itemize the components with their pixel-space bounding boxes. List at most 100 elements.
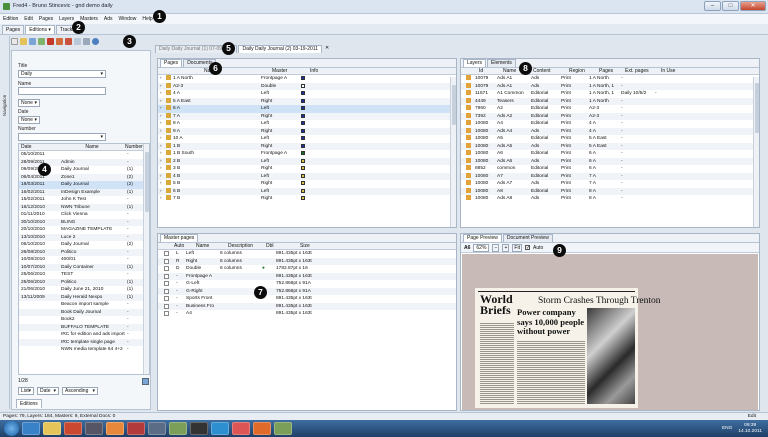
edition-row[interactable]: 15/02/2011 John K Test - bbox=[19, 196, 149, 204]
edition-row[interactable]: 01/11/2010 Click Vienna - bbox=[19, 211, 149, 219]
save-icon[interactable] bbox=[29, 38, 36, 45]
page-row[interactable]: › 1 A North Frontpage A bbox=[158, 75, 456, 83]
taskbar-network-icon[interactable] bbox=[211, 422, 229, 435]
master-row[interactable]: - Sports Front 891.435pt x 163t bbox=[158, 295, 456, 303]
master-row[interactable]: L Left 6 columns 891.435pt x 163t bbox=[158, 250, 456, 258]
master-select-checkbox[interactable] bbox=[164, 281, 169, 286]
edition-row[interactable]: 06/10/2010 Daily Journal (2) bbox=[19, 241, 149, 249]
date-select[interactable]: None bbox=[18, 116, 40, 124]
none-select[interactable]: None bbox=[18, 99, 40, 107]
page-row[interactable]: › 10 A Left bbox=[158, 135, 456, 143]
menu-edit[interactable]: Edit bbox=[24, 16, 33, 22]
taskbar-indesign-icon[interactable] bbox=[127, 422, 145, 435]
copy-icon[interactable] bbox=[74, 38, 81, 45]
edition-row[interactable]: 30/10/2010 BLING - bbox=[19, 218, 149, 226]
page-row[interactable]: › 9 A Right bbox=[158, 127, 456, 135]
menu-ads[interactable]: Ads bbox=[104, 16, 113, 22]
expand-icon[interactable]: › bbox=[158, 135, 164, 143]
close-tab-icon[interactable]: ✕ bbox=[325, 45, 329, 54]
col-pages[interactable]: Pages bbox=[593, 68, 621, 74]
page-row[interactable]: › 1 B South Frontpage A bbox=[158, 150, 456, 158]
col-auto[interactable]: Auto bbox=[158, 243, 188, 249]
col-master[interactable]: Master bbox=[258, 68, 304, 74]
master-select-checkbox[interactable] bbox=[164, 311, 169, 316]
master-row[interactable]: - G-Right 752.868pt x 91A bbox=[158, 287, 456, 295]
col-size[interactable]: Size bbox=[286, 243, 326, 249]
layer-row[interactable]: 8852 common Editorial Print 6 A - bbox=[461, 165, 759, 173]
page-row[interactable]: › A2-3 Double bbox=[158, 82, 456, 90]
import-icon[interactable] bbox=[56, 38, 63, 45]
help-icon[interactable] bbox=[92, 38, 99, 45]
edition-row[interactable]: 13/10/2010 Luce 2 - bbox=[19, 233, 149, 241]
master-select-checkbox[interactable] bbox=[164, 266, 169, 271]
layer-row[interactable]: 10080 A6 Editorial Print 6 A - bbox=[461, 150, 759, 158]
edition-row[interactable]: 06/04/2011 Zone1 (2) bbox=[19, 173, 149, 181]
fit-button[interactable]: Fit bbox=[512, 243, 522, 252]
master-row[interactable]: - Frontpage A 891.435pt x 163t bbox=[158, 272, 456, 280]
name-input[interactable] bbox=[18, 87, 106, 95]
expand-icon[interactable]: › bbox=[158, 98, 164, 106]
layer-row[interactable]: 10080 Ads A4 Ads Print 4 A - bbox=[461, 127, 759, 135]
menu-help[interactable]: Help bbox=[142, 16, 152, 22]
layer-row[interactable]: 10080 Ads A8 Ads Print 8 A - bbox=[461, 195, 759, 203]
layer-row[interactable]: 10080 A5 Editorial Print 5 A East - bbox=[461, 135, 759, 143]
doc-tab-2[interactable]: Daily Daily Journal (2) 03-19-2011 bbox=[238, 45, 322, 53]
title-select[interactable]: Daily bbox=[18, 70, 106, 78]
expand-icon[interactable]: › bbox=[158, 90, 164, 98]
page-row[interactable]: › 4 B Left bbox=[158, 172, 456, 180]
tab-editions[interactable]: Editions ▾ bbox=[25, 25, 55, 34]
expand-icon[interactable]: › bbox=[158, 150, 164, 158]
auto-checkbox[interactable]: ✓ bbox=[524, 245, 530, 251]
page-row[interactable]: › 6 B Left bbox=[158, 187, 456, 195]
open-icon[interactable] bbox=[20, 38, 27, 45]
menu-layers[interactable]: Layers bbox=[59, 16, 74, 22]
expand-icon[interactable]: › bbox=[158, 120, 164, 128]
zoom-field[interactable]: 62% bbox=[473, 243, 490, 252]
edition-row[interactable]: IRC template single page - bbox=[19, 338, 149, 346]
export-icon[interactable] bbox=[65, 38, 72, 45]
edition-row[interactable]: 21/06/2010 Daily June 21, 2010 (1) bbox=[19, 286, 149, 294]
taskbar-remote-icon[interactable] bbox=[148, 422, 166, 435]
edition-row[interactable]: 26/08/2010 Politico - bbox=[19, 248, 149, 256]
master-select-checkbox[interactable] bbox=[164, 288, 169, 294]
page-row[interactable]: › 7 A Right bbox=[158, 112, 456, 120]
edition-row[interactable]: 25/06/2010 TEST - bbox=[19, 271, 149, 279]
pages-scrollbar[interactable] bbox=[450, 77, 456, 227]
page-row[interactable]: › 5 A East Right bbox=[158, 97, 456, 106]
layer-row[interactable]: 10080 Ads A7 Ads Print 7 A - bbox=[461, 180, 759, 188]
taskbar-fred-icon[interactable] bbox=[169, 422, 187, 435]
col-id[interactable]: Id bbox=[461, 68, 489, 74]
menu-masters[interactable]: Masters bbox=[80, 16, 98, 22]
layer-row[interactable]: 10079 Ads A1 Ads Print 1 A North - bbox=[461, 75, 759, 83]
page-row[interactable]: › 3 B Right bbox=[158, 165, 456, 173]
tab-editions-bottom[interactable]: Editions bbox=[16, 399, 42, 408]
master-select-checkbox[interactable] bbox=[164, 251, 169, 256]
master-row[interactable]: - Business Fro 891.435pt x 163t bbox=[158, 302, 456, 310]
layer-row[interactable]: 10080 A7 Editorial Print 7 A - bbox=[461, 172, 759, 180]
master-row[interactable]: D Double 6 columns ● 1782.87pt x 16 bbox=[158, 265, 456, 273]
layer-row[interactable]: 4449 Teasers Editorial Print 1 A North - bbox=[461, 97, 759, 105]
master-row[interactable]: - G-Left 752.868pt x 91A bbox=[158, 280, 456, 288]
edition-row[interactable]: Book Daily Journal - bbox=[19, 308, 149, 316]
master-row[interactable]: R Right 6 columns 891.435pt x 163t bbox=[158, 257, 456, 265]
taskbar-app2-icon[interactable] bbox=[253, 422, 271, 435]
master-select-checkbox[interactable] bbox=[164, 303, 169, 309]
edition-row[interactable]: 13/11/2009 Daily Herald Nexpo (1) bbox=[19, 293, 149, 301]
edition-row[interactable]: 25/06/2010 Politico (1) bbox=[19, 278, 149, 286]
taskbar-firefox-icon[interactable] bbox=[106, 422, 124, 435]
edition-row[interactable]: 10/08/2010 400/01 - bbox=[19, 256, 149, 264]
col-date[interactable]: Date bbox=[19, 144, 59, 150]
menu-edition[interactable]: Edition bbox=[3, 16, 18, 22]
sort-field-select[interactable]: Date bbox=[37, 387, 59, 395]
tab-page-preview[interactable]: Page Preview bbox=[463, 234, 502, 242]
edition-row[interactable]: 16/12/2010 NWN Tribune (1) bbox=[19, 203, 149, 211]
delete-icon[interactable] bbox=[47, 38, 54, 45]
page-row[interactable]: › 2 B Left bbox=[158, 157, 456, 166]
page-row[interactable]: › 5 B Right bbox=[158, 180, 456, 188]
layers-scrollbar[interactable] bbox=[753, 77, 759, 227]
edition-row[interactable]: 05/10/2011 - bbox=[19, 151, 149, 159]
expand-icon[interactable]: › bbox=[158, 158, 164, 166]
page-row[interactable]: › 1 B Right bbox=[158, 142, 456, 150]
master-select-checkbox[interactable] bbox=[164, 296, 169, 301]
minimize-button[interactable]: – bbox=[704, 1, 721, 11]
